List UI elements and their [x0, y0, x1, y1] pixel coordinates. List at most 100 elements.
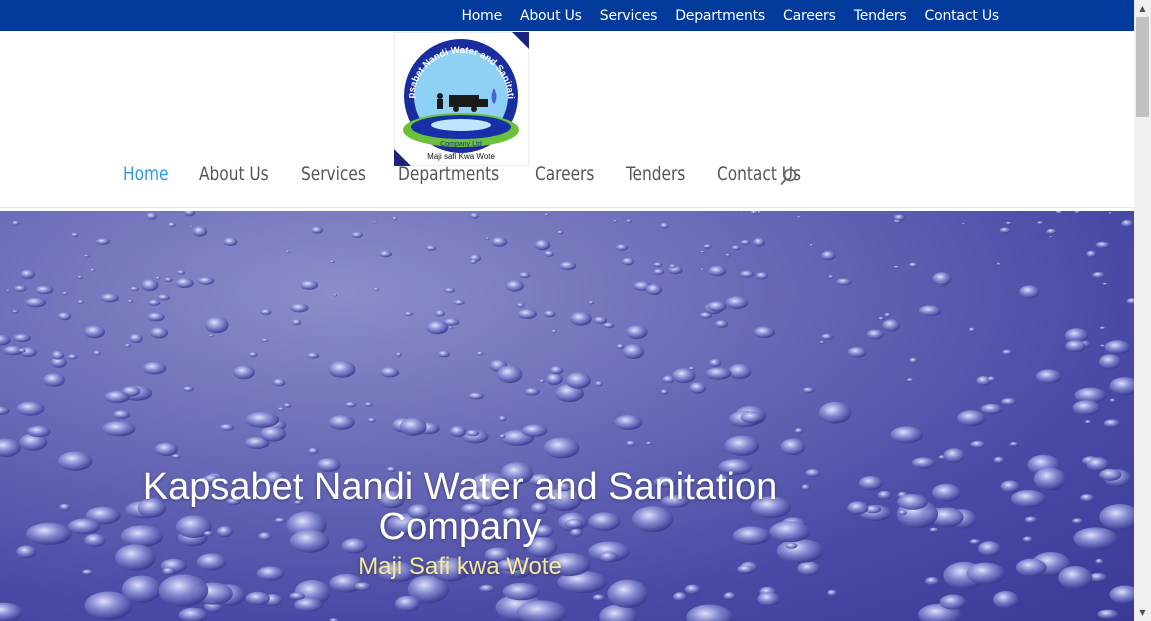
top-nav-tenders[interactable]: Tenders	[854, 8, 907, 24]
water-droplet	[660, 222, 669, 229]
water-droplet	[1074, 211, 1081, 214]
water-droplet	[18, 348, 27, 353]
water-droplet	[1109, 398, 1116, 403]
water-droplet	[689, 382, 707, 394]
water-droplet	[1121, 219, 1134, 228]
water-droplet	[1084, 420, 1092, 424]
water-droplet	[802, 387, 815, 393]
water-droplet	[755, 272, 769, 280]
main-nav-services[interactable]: Services	[301, 163, 366, 185]
water-droplet	[245, 412, 280, 428]
water-droplet	[167, 222, 176, 228]
water-droplet	[399, 417, 427, 436]
water-droplet	[380, 367, 400, 378]
top-nav-services[interactable]: Services	[600, 8, 658, 24]
water-droplet	[178, 607, 208, 621]
water-droplet	[14, 285, 27, 292]
water-droplet	[996, 262, 1002, 266]
water-droplet	[1099, 504, 1134, 530]
water-droplet	[559, 261, 577, 271]
water-droplet	[197, 277, 215, 285]
water-droplet	[607, 579, 649, 608]
hero-banner: Kapsabet Nandi Water and Sanitation Comp…	[0, 211, 1134, 621]
water-droplet	[1073, 527, 1118, 550]
water-droplet	[878, 316, 885, 321]
main-nav-careers[interactable]: Careers	[535, 163, 594, 185]
top-nav-departments[interactable]: Departments	[675, 8, 765, 24]
water-droplet	[911, 457, 936, 469]
top-nav-contact-us[interactable]: Contact Us	[925, 8, 1000, 24]
water-droplet	[524, 388, 540, 396]
water-droplet	[437, 350, 450, 358]
water-droplet	[164, 277, 173, 282]
hero-title-line2: Company	[378, 506, 542, 548]
scroll-down-arrow-icon[interactable]: ▼	[1134, 604, 1151, 621]
water-droplet	[987, 376, 996, 382]
water-droplet	[1015, 558, 1047, 577]
hero-subtitle: Maji Safi kwa Wote	[358, 553, 562, 580]
water-droplet	[142, 361, 167, 375]
main-nav-home[interactable]: Home	[123, 163, 168, 185]
water-droplet	[502, 582, 540, 601]
water-droplet	[130, 286, 139, 291]
water-droplet	[962, 222, 965, 225]
water-droplet	[1001, 398, 1017, 406]
water-droplet	[300, 280, 319, 290]
main-nav-departments[interactable]: Departments	[398, 163, 499, 185]
water-droplet	[51, 350, 65, 360]
search-icon	[780, 168, 797, 185]
water-droplet	[897, 494, 928, 510]
water-droplet	[20, 269, 36, 279]
main-nav-tenders[interactable]: Tenders	[626, 163, 685, 185]
main-nav-about-us[interactable]: About Us	[199, 163, 269, 185]
water-droplet	[1102, 282, 1108, 286]
water-droplet	[93, 350, 102, 356]
water-droplet	[660, 389, 668, 395]
water-droplet	[549, 366, 564, 375]
water-droplet	[328, 361, 356, 378]
water-droplet	[626, 440, 636, 447]
water-droplet	[61, 291, 69, 295]
scroll-up-arrow-icon[interactable]: ▲	[1134, 0, 1151, 17]
water-droplet	[12, 333, 31, 343]
water-droplet	[669, 264, 677, 269]
scrollbar-thumb[interactable]	[1136, 17, 1149, 117]
top-nav: Home About Us Services Departments Caree…	[443, 0, 999, 31]
water-droplet	[272, 378, 286, 387]
water-droplet	[970, 440, 986, 449]
water-droplet	[866, 329, 884, 340]
water-droplet	[877, 490, 892, 500]
top-nav-about-us[interactable]: About Us	[520, 8, 582, 24]
water-droplet	[277, 407, 285, 411]
water-droplet	[0, 602, 23, 621]
water-droplet	[932, 272, 952, 286]
water-droplet	[740, 213, 744, 215]
water-droplet	[797, 216, 801, 218]
water-droplet	[544, 213, 549, 217]
hero-title: Kapsabet Nandi Water and Sanitation Comp…	[60, 467, 860, 547]
water-droplet	[499, 434, 506, 439]
water-droplet	[223, 237, 238, 246]
water-droplet	[157, 294, 170, 301]
water-droplet	[728, 363, 752, 380]
water-droplet	[557, 230, 564, 234]
search-button[interactable]	[779, 167, 799, 187]
top-nav-careers[interactable]: Careers	[783, 8, 836, 24]
water-droplet	[141, 279, 159, 292]
top-nav-home[interactable]: Home	[461, 8, 502, 24]
water-droplet	[101, 421, 136, 437]
water-droplet	[208, 334, 214, 338]
water-droplet	[707, 301, 727, 312]
water-droplet	[12, 220, 20, 226]
water-droplet	[26, 425, 51, 438]
water-droplet	[709, 358, 721, 368]
water-droplet	[0, 406, 10, 415]
water-droplet	[1037, 221, 1044, 225]
water-droplet	[183, 211, 196, 217]
water-droplet	[308, 447, 319, 455]
water-droplet	[551, 329, 557, 334]
water-droplet	[757, 592, 780, 607]
water-droplet	[364, 402, 374, 407]
water-droplet	[124, 343, 132, 348]
company-logo[interactable]: Kapsabet Nandi Water and Sanitation Comp…	[391, 24, 530, 167]
